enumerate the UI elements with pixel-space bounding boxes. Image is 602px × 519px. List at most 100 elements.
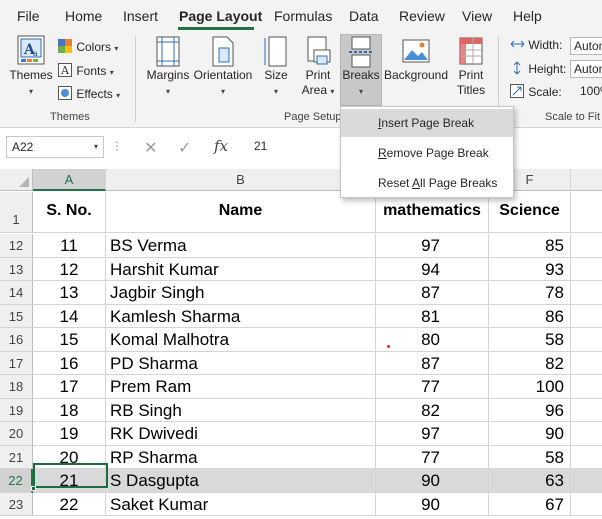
cell-sno[interactable]: 12 — [33, 257, 106, 280]
row-header[interactable]: 19 — [0, 398, 33, 422]
scale-input[interactable]: 100% — [577, 83, 602, 101]
cell-sno[interactable]: 16 — [33, 351, 106, 374]
header-cell-sno[interactable]: S. No. — [33, 192, 106, 232]
row-header[interactable]: 18 — [0, 375, 33, 399]
select-all-button[interactable] — [0, 169, 33, 191]
tab-formulas[interactable]: Formulas — [274, 8, 332, 24]
tab-home[interactable]: Home — [65, 8, 102, 24]
cell-science[interactable]: 67 — [489, 492, 571, 515]
cell-sno[interactable]: 20 — [33, 445, 106, 468]
cell-name[interactable]: Komal Malhotra — [106, 328, 376, 351]
cell-name[interactable]: RP Sharma — [106, 445, 376, 468]
row-header[interactable]: 23 — [0, 492, 33, 516]
insert-page-break-item[interactable]: Insert Page Break — [341, 109, 513, 137]
tab-help[interactable]: Help — [513, 8, 542, 24]
tab-insert[interactable]: Insert — [123, 8, 158, 24]
cell-mathematics[interactable]: 87 — [376, 281, 489, 304]
cell-name[interactable]: Saket Kumar — [106, 492, 376, 515]
row-header[interactable]: 12 — [0, 234, 33, 258]
cell-name[interactable]: Harshit Kumar — [106, 257, 376, 280]
row-header[interactable]: 17 — [0, 351, 33, 375]
height-select[interactable]: Automatic — [570, 60, 602, 78]
cell-mathematics[interactable]: 90 — [376, 492, 489, 515]
cell-science[interactable]: 63 — [489, 469, 571, 492]
orientation-button[interactable]: Orientation ▾ — [192, 36, 254, 97]
cancel-icon[interactable]: ✕ — [144, 138, 157, 158]
cell-sno[interactable]: 11 — [33, 234, 106, 257]
cell-mathematics[interactable]: 90 — [376, 469, 489, 492]
breaks-button[interactable]: Breaks ▾ — [340, 36, 382, 97]
effects-button[interactable]: Effects ▾ — [58, 86, 120, 101]
cell-sno[interactable]: 17 — [33, 375, 106, 398]
cell-mathematics[interactable]: 97 — [376, 234, 489, 257]
tab-review[interactable]: Review — [399, 8, 445, 24]
margins-button[interactable]: Margins ▾ — [145, 36, 191, 97]
cell-science[interactable]: 85 — [489, 234, 571, 257]
insert-function-icon[interactable]: fx — [214, 137, 228, 155]
fonts-button[interactable]: A Fonts ▾ — [58, 63, 114, 78]
cell-name[interactable]: S Dasgupta — [106, 469, 376, 492]
tab-view[interactable]: View — [462, 8, 492, 24]
cell-science[interactable]: 58 — [489, 328, 571, 351]
background-button[interactable]: Background — [383, 36, 449, 83]
row-header[interactable]: 15 — [0, 304, 33, 328]
colors-button[interactable]: Colors ▾ — [58, 39, 118, 54]
cell-science[interactable]: 86 — [489, 304, 571, 327]
cell-name[interactable]: BS Verma — [106, 234, 376, 257]
cell-science[interactable]: 93 — [489, 257, 571, 280]
cell-sno[interactable]: 14 — [33, 304, 106, 327]
themes-button[interactable]: A a Themes ▾ — [8, 34, 54, 97]
cell-mathematics[interactable]: 87 — [376, 351, 489, 374]
cell-sno[interactable]: 15 — [33, 328, 106, 351]
cell-mathematics[interactable]: 97 — [376, 422, 489, 445]
header-cell-science[interactable]: Science — [489, 192, 571, 232]
cell-mathematics[interactable]: 82 — [376, 398, 489, 421]
cell-name[interactable]: Kamlesh Sharma — [106, 304, 376, 327]
cell-name[interactable]: RB Singh — [106, 398, 376, 421]
row-header[interactable]: 13 — [0, 257, 33, 281]
cell-sno[interactable]: 19 — [33, 422, 106, 445]
cell-name[interactable]: Jagbir Singh — [106, 281, 376, 304]
reset-all-page-breaks-item[interactable]: Reset All Page Breaks — [341, 169, 513, 197]
cell-science[interactable]: 78 — [489, 281, 571, 304]
remove-page-break-item[interactable]: Remove Page Break — [341, 139, 513, 167]
column-header-b[interactable]: B — [106, 169, 376, 191]
cell-sno[interactable]: 18 — [33, 398, 106, 421]
tab-page-layout[interactable]: Page Layout — [179, 8, 262, 24]
chevron-down-icon[interactable]: ▾ — [94, 137, 98, 157]
cell-mathematics[interactable]: 81 — [376, 304, 489, 327]
cell-sno[interactable]: 21 — [33, 469, 106, 492]
cell-science[interactable]: 90 — [489, 422, 571, 445]
width-select[interactable]: Automatic — [570, 37, 602, 55]
cell-mathematics[interactable]: 80 — [376, 328, 489, 351]
column-header-a[interactable]: A — [33, 169, 106, 191]
column-header-next[interactable] — [571, 169, 602, 191]
fill-handle[interactable] — [31, 486, 36, 491]
print-titles-button[interactable]: Print Titles — [452, 36, 490, 98]
print-area-button[interactable]: Print Area ▾ — [298, 36, 338, 99]
cell-name[interactable]: RK Dwivedi — [106, 422, 376, 445]
tab-data[interactable]: Data — [349, 8, 379, 24]
cell-name[interactable]: PD Sharma — [106, 351, 376, 374]
cell-sno[interactable]: 22 — [33, 492, 106, 515]
size-button[interactable]: Size ▾ — [258, 36, 294, 97]
name-box[interactable]: A22 ▾ — [6, 136, 104, 158]
enter-check-icon[interactable]: ✓ — [178, 138, 191, 158]
row-header[interactable]: 22 — [0, 469, 33, 493]
cell-name[interactable]: Prem Ram — [106, 375, 376, 398]
cell-science[interactable]: 100 — [489, 375, 571, 398]
tab-file[interactable]: File — [17, 8, 40, 24]
formula-input[interactable]: 21 — [246, 136, 346, 158]
cell-mathematics[interactable]: 94 — [376, 257, 489, 280]
cell-mathematics[interactable]: 77 — [376, 375, 489, 398]
row-header[interactable]: 16 — [0, 328, 33, 352]
row-header[interactable]: 20 — [0, 422, 33, 446]
row-header[interactable]: 1 — [0, 192, 33, 233]
cell-science[interactable]: 58 — [489, 445, 571, 468]
header-cell-mathematics[interactable]: mathematics — [376, 192, 489, 232]
header-cell-name[interactable]: Name — [106, 192, 376, 232]
cell-sno[interactable]: 13 — [33, 281, 106, 304]
cell-science[interactable]: 82 — [489, 351, 571, 374]
cell-science[interactable]: 96 — [489, 398, 571, 421]
cell-mathematics[interactable]: 77 — [376, 445, 489, 468]
